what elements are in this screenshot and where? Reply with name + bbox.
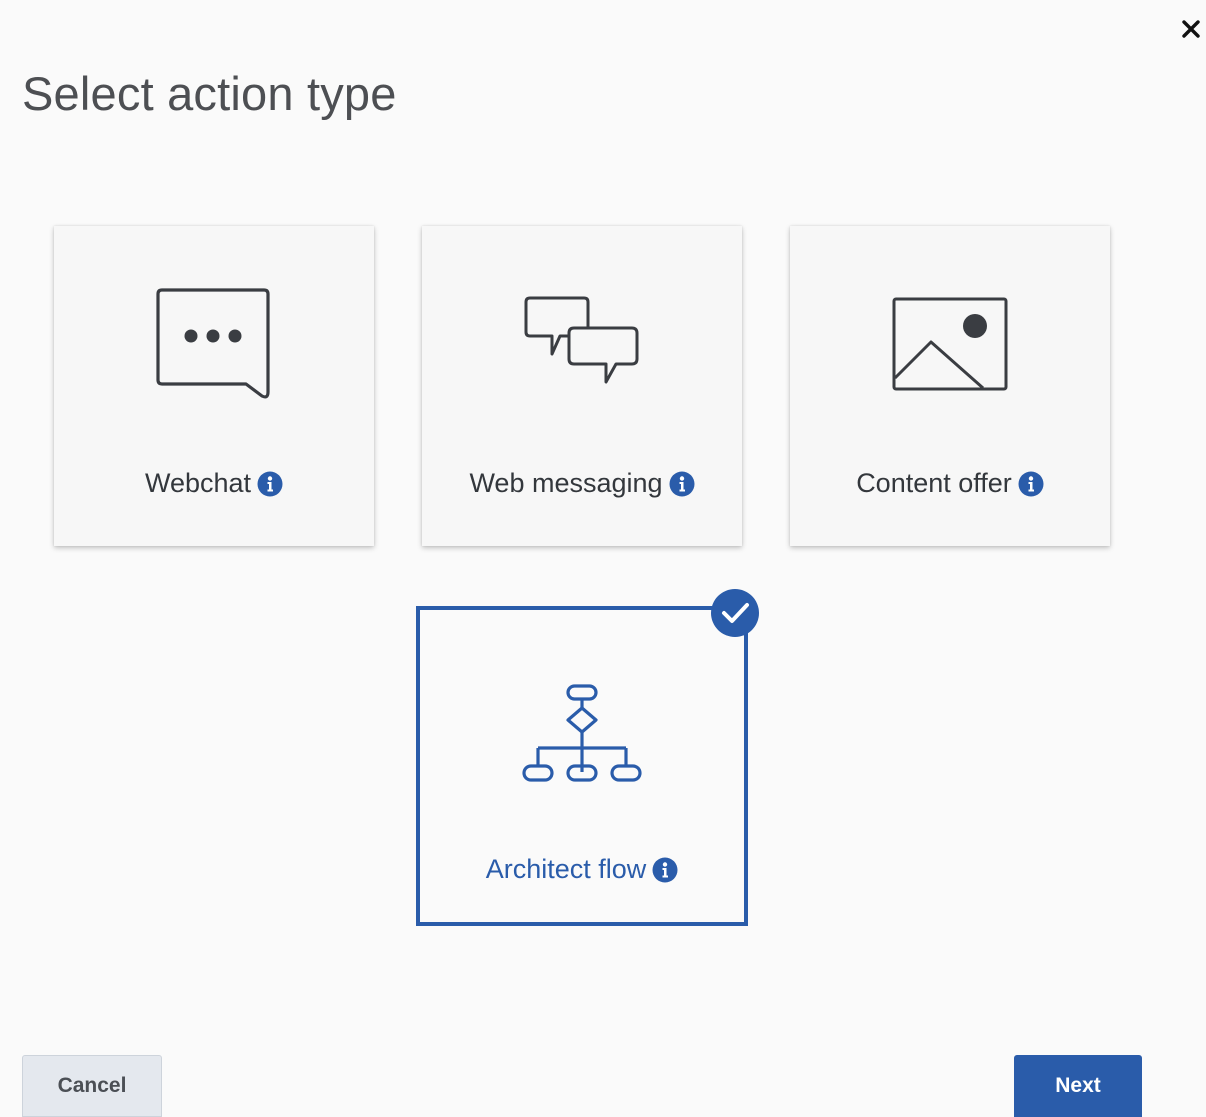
card-label: Web messaging	[469, 468, 663, 498]
select-action-dialog: Select action type Webchat Web messaging…	[0, 0, 1206, 1117]
card-web-messaging[interactable]: Web messaging	[422, 226, 742, 546]
info-icon[interactable]	[652, 857, 678, 883]
card-webchat[interactable]: Webchat	[54, 226, 374, 546]
card-label: Webchat	[144, 468, 252, 498]
cancel-button[interactable]: Cancel	[22, 1055, 162, 1117]
card-label: Architect flow	[485, 854, 647, 884]
card-architect-flow[interactable]: Architect flow	[416, 589, 759, 926]
chat-bubble-dots-icon	[156, 288, 270, 399]
next-button[interactable]: Next	[1014, 1055, 1142, 1117]
two-chat-bubbles-icon	[524, 296, 639, 384]
card-label: Content offer	[856, 468, 1012, 498]
close-icon	[1182, 20, 1200, 38]
checkmark-icon	[711, 589, 759, 637]
info-icon[interactable]	[1018, 471, 1044, 497]
info-icon[interactable]	[669, 471, 695, 497]
close-button[interactable]	[1176, 14, 1206, 44]
flowchart-icon	[522, 684, 642, 782]
card-content-offer[interactable]: Content offer	[790, 226, 1110, 546]
page-title: Select action type	[22, 67, 397, 120]
image-icon	[892, 297, 1008, 391]
info-icon[interactable]	[257, 471, 283, 497]
